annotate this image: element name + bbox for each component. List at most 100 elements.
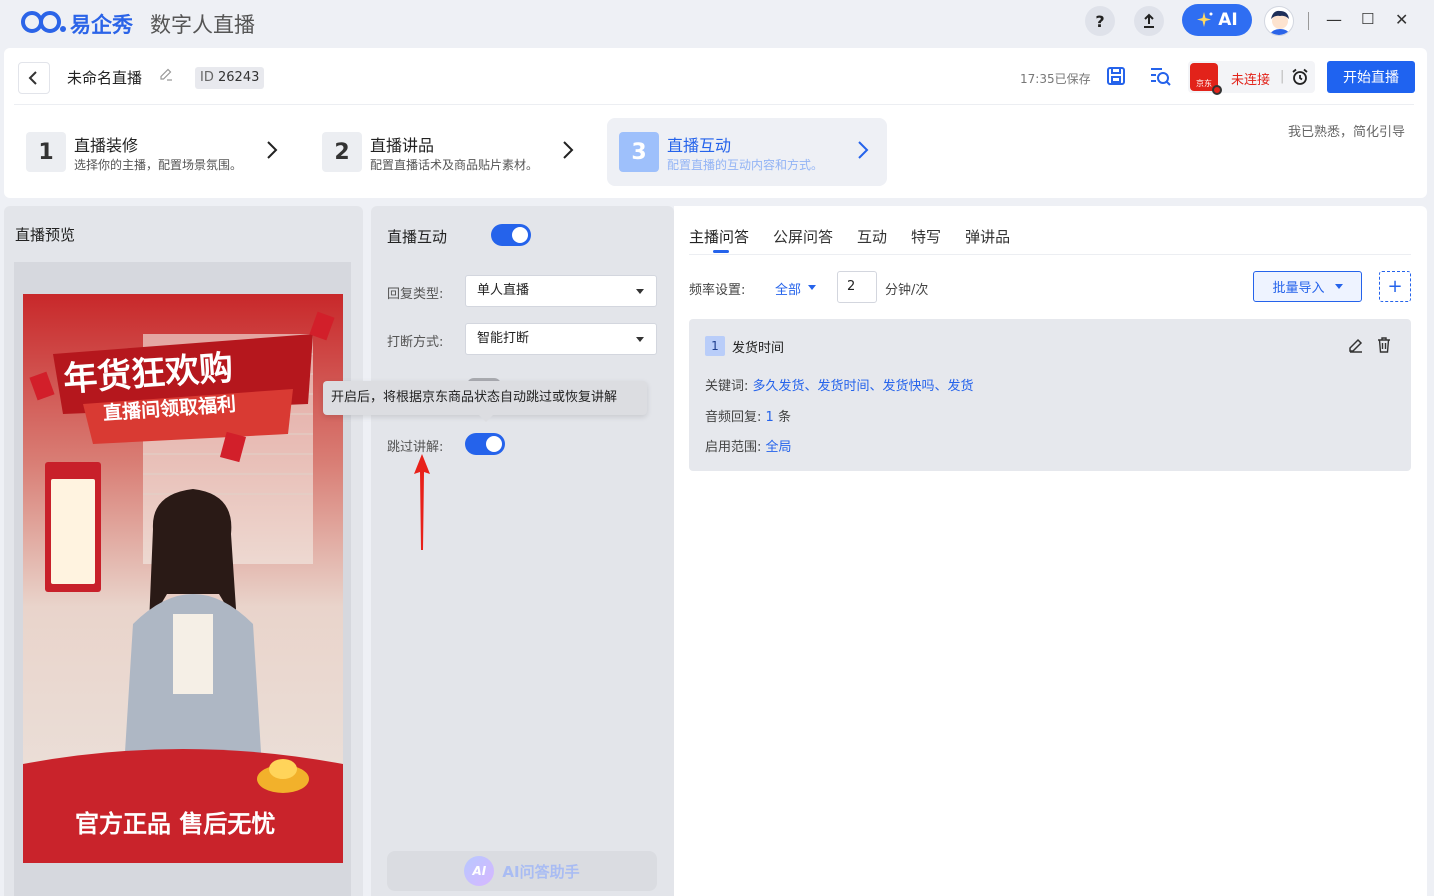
reply-type-select[interactable]: 单人直播 xyxy=(465,275,657,307)
simplify-guide-link[interactable]: 我已熟悉，简化引导 xyxy=(1288,121,1405,140)
app-title: 数字人直播 xyxy=(150,13,255,37)
connection-status[interactable]: 京东 未连接 | xyxy=(1188,61,1315,95)
add-qa-button[interactable]: + xyxy=(1379,271,1411,302)
caret-down-icon xyxy=(808,285,816,290)
skip-explain-toggle[interactable] xyxy=(465,433,505,455)
reply-type-label: 回复类型: xyxy=(387,287,444,302)
tabs-divider xyxy=(689,254,1411,255)
step-interaction[interactable]: 3 直播互动 配置直播的互动内容和方式。 xyxy=(607,118,887,186)
step-title: 直播讲品 xyxy=(370,136,435,155)
interaction-toggle[interactable] xyxy=(491,224,531,246)
frequency-input[interactable]: 2 xyxy=(837,271,877,303)
id-badge: ID 26243 xyxy=(195,67,265,89)
back-button[interactable] xyxy=(18,62,50,94)
bottom-slogan: 官方正品 售后无忧 xyxy=(75,810,276,838)
qa-tabs: 主播问答 公屏问答 互动 特写 弹讲品 xyxy=(689,226,1010,253)
step-products[interactable]: 2 直播讲品 配置直播话术及商品贴片素材。 xyxy=(322,118,582,186)
maximize-button[interactable]: ☐ xyxy=(1361,10,1374,28)
step-decoration[interactable]: 1 直播装修 选择你的主播，配置场景氛围。 xyxy=(26,118,286,186)
titlebar-divider xyxy=(1308,12,1309,30)
edit-icon[interactable] xyxy=(1348,337,1364,353)
qa-index-badge: 1 xyxy=(705,336,725,356)
ai-button[interactable]: AI xyxy=(1182,4,1252,36)
interrupt-select[interactable]: 智能打断 xyxy=(465,323,657,355)
tab-host-qa[interactable]: 主播问答 xyxy=(689,226,749,253)
qa-item-card[interactable]: 1 发货时间 关键词: 多久发货、发货时间、发货快吗、发货 音频回复: 1 条 … xyxy=(689,319,1411,471)
logo-icon xyxy=(21,11,66,33)
qa-title: 发货时间 xyxy=(732,341,785,356)
skip-explain-tooltip: 开启后，将根据京东商品状态自动跳过或恢复讲解 xyxy=(323,381,647,422)
ai-label: AI xyxy=(1218,10,1238,30)
frequency-label: 频率设置: xyxy=(689,283,746,298)
batch-import-button[interactable]: 批量导入 xyxy=(1253,271,1362,302)
preview-panel: 直播预览 年货狂欢购 直播间领取福利 官方正品 售后无忧 xyxy=(4,206,363,896)
save-status: 17:35已保存 xyxy=(1020,72,1091,86)
frequency-unit: 分钟/次 xyxy=(885,283,929,298)
qa-keywords-row: 关键词: 多久发货、发货时间、发货快吗、发货 xyxy=(705,375,974,394)
minimize-button[interactable]: — xyxy=(1326,10,1342,29)
help-button[interactable]: ? xyxy=(1085,6,1115,36)
header-divider xyxy=(14,104,1414,105)
qa-panel: 主播问答 公屏问答 互动 特写 弹讲品 频率设置: 全部 2 分钟/次 批量导入… xyxy=(674,206,1427,896)
preview-title: 直播预览 xyxy=(15,226,76,244)
qa-audio-row: 音频回复: 1 条 xyxy=(705,406,791,425)
interaction-title: 直播互动 xyxy=(387,228,448,246)
keywords-value: 多久发货、发货时间、发货快吗、发货 xyxy=(752,379,974,394)
audio-count: 1 xyxy=(765,410,774,425)
step-number: 3 xyxy=(619,132,659,172)
connection-separator: | xyxy=(1280,69,1285,84)
frequency-scope-dropdown[interactable]: 全部 xyxy=(775,279,801,298)
step-description: 选择你的主播，配置场景氛围。 xyxy=(74,158,243,172)
step-title: 直播装修 xyxy=(74,136,139,155)
step-title: 直播互动 xyxy=(667,136,732,155)
trash-icon[interactable] xyxy=(1377,337,1391,353)
batch-import-label: 批量导入 xyxy=(1272,281,1325,296)
start-live-button[interactable]: 开始直播 xyxy=(1327,61,1415,93)
alarm-clock-icon[interactable] xyxy=(1291,68,1309,86)
interrupt-label: 打断方式: xyxy=(387,335,444,350)
ai-assistant-icon: AI xyxy=(464,856,495,886)
search-list-icon[interactable] xyxy=(1150,66,1172,86)
status-dot xyxy=(1212,85,1222,95)
tab-closeup[interactable]: 特写 xyxy=(911,226,941,253)
caret-down-icon xyxy=(636,289,644,294)
avatar[interactable] xyxy=(1264,6,1294,36)
step-number: 1 xyxy=(26,132,66,172)
save-icon[interactable] xyxy=(1106,66,1126,86)
keywords-label: 关键词: xyxy=(705,379,749,394)
upload-button[interactable] xyxy=(1134,6,1164,36)
header-card: 未命名直播 ID 26243 17:35已保存 京东 未连接 | 开始直播 1 … xyxy=(4,48,1427,198)
title-bar: 易企秀 数字人直播 ? AI — ☐ ✕ xyxy=(0,0,1434,46)
sparkle-icon xyxy=(1197,12,1213,27)
audio-label: 音频回复: xyxy=(705,410,762,425)
connection-status-text: 未连接 xyxy=(1231,73,1271,88)
chevron-right-icon xyxy=(267,141,278,159)
close-button[interactable]: ✕ xyxy=(1395,10,1408,29)
step-description: 配置直播的互动内容和方式。 xyxy=(667,158,824,172)
tab-interaction[interactable]: 互动 xyxy=(857,226,887,253)
live-preview-image: 年货狂欢购 直播间领取福利 官方正品 售后无忧 xyxy=(23,294,343,863)
id-label: ID xyxy=(200,70,214,85)
upload-icon xyxy=(1144,13,1154,28)
step-description: 配置直播话术及商品贴片素材。 xyxy=(370,158,539,172)
plus-icon: + xyxy=(1387,276,1403,297)
interrupt-value: 智能打断 xyxy=(477,331,530,346)
edit-name-icon[interactable] xyxy=(159,67,173,81)
id-value: 26243 xyxy=(218,70,260,85)
tab-public-qa[interactable]: 公屏问答 xyxy=(773,226,833,253)
caret-down-icon xyxy=(1334,284,1343,289)
step-number: 2 xyxy=(322,132,362,172)
tab-popup-product[interactable]: 弹讲品 xyxy=(965,226,1010,253)
qa-scope-row: 启用范围: 全局 xyxy=(705,436,792,455)
scope-label: 启用范围: xyxy=(705,440,762,455)
scope-value: 全局 xyxy=(765,440,792,455)
caret-down-icon xyxy=(636,337,644,342)
chevron-right-icon xyxy=(858,141,869,159)
ai-assistant-button[interactable]: AI AI问答助手 xyxy=(387,851,657,891)
chevron-right-icon xyxy=(563,141,574,159)
platform-logo-text: 京东 xyxy=(1196,79,1212,88)
preview-frame: 年货狂欢购 直播间领取福利 官方正品 售后无忧 xyxy=(14,262,351,896)
reply-type-value: 单人直播 xyxy=(477,283,530,298)
chevron-left-icon xyxy=(28,71,37,85)
live-name: 未命名直播 xyxy=(67,69,143,87)
